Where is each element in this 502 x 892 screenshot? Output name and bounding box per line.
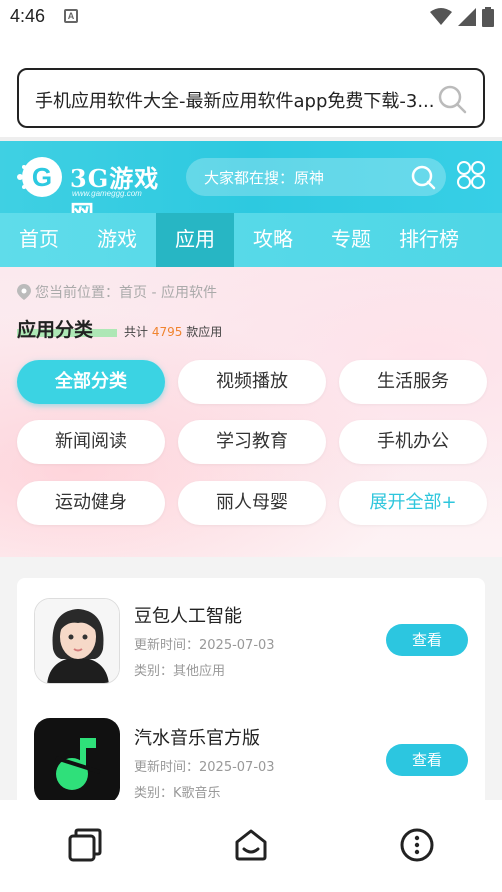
app-update-time: 更新时间：2025-07-03	[134, 638, 275, 653]
app-name[interactable]: 豆包人工智能	[134, 602, 242, 628]
view-button[interactable]: 查看	[386, 624, 468, 656]
chip-expand-all[interactable]: 展开全部+	[339, 481, 487, 525]
app-list-section: 豆包人工智能 更新时间：2025-07-03 类别：其他应用 查看 汽水音乐官方…	[0, 557, 502, 808]
main-nav: 首页 游戏 应用 攻略 专题 排行榜	[0, 213, 502, 267]
count-suffix: 款应用	[186, 325, 223, 339]
chip-all-categories[interactable]: 全部分类	[17, 360, 165, 404]
app-icon-qishui[interactable]	[34, 718, 120, 804]
svg-text:G: G	[32, 162, 52, 192]
chip-education[interactable]: 学习教育	[178, 420, 326, 464]
count-prefix: 共计	[124, 325, 149, 339]
app-update-time: 更新时间：2025-07-03	[134, 760, 275, 775]
category-count: 共计 4795 款应用	[124, 323, 222, 340]
app-name[interactable]: 汽水音乐官方版	[134, 724, 260, 750]
app-category: 类别：K歌音乐	[134, 786, 221, 801]
battery-icon	[482, 7, 494, 27]
avatar-icon	[35, 599, 119, 683]
app-list: 豆包人工智能 更新时间：2025-07-03 类别：其他应用 查看 汽水音乐官方…	[17, 578, 485, 808]
chip-lifestyle[interactable]: 生活服务	[339, 360, 487, 404]
logo-subtext: www.gameggg.com	[72, 189, 142, 198]
site-search-placeholder: 大家都在搜：原神	[204, 169, 325, 187]
address-text[interactable]: 手机应用软件大全-最新应用软件app免费下载-3...	[35, 87, 435, 113]
address-bar[interactable]: 手机应用软件大全-最新应用软件app免费下载-3...	[17, 68, 485, 128]
category-section: 您当前位置：首页 - 应用软件 应用分类 共计 4795 款应用 全部分类 视频…	[0, 267, 502, 557]
more-vertical-icon[interactable]	[400, 828, 434, 862]
count-number: 4795	[151, 325, 183, 339]
list-item[interactable]: 豆包人工智能 更新时间：2025-07-03 类别：其他应用 查看	[17, 578, 485, 684]
nav-item-games[interactable]: 游戏	[78, 213, 156, 267]
chip-video[interactable]: 视频播放	[178, 360, 326, 404]
status-time: 4:46	[10, 6, 46, 26]
breadcrumb-text[interactable]: 您当前位置：首页 - 应用软件	[35, 282, 217, 302]
breadcrumb: 您当前位置：首页 - 应用软件	[17, 282, 217, 302]
chip-news[interactable]: 新闻阅读	[17, 420, 165, 464]
app-icon-doubao[interactable]	[34, 598, 120, 684]
chip-office[interactable]: 手机办公	[339, 420, 487, 464]
wifi-icon	[430, 8, 452, 25]
chip-mother-baby[interactable]: 丽人母婴	[178, 481, 326, 525]
a-box-icon: A	[64, 9, 78, 23]
nav-item-topics[interactable]: 专题	[312, 213, 390, 267]
nav-item-apps[interactable]: 应用	[156, 213, 234, 267]
list-item[interactable]: 汽水音乐官方版 更新时间：2025-07-03 类别：K歌音乐 查看	[17, 700, 485, 804]
site-header: G 3G游戏网 www.gameggg.com 大家都在搜：原神	[0, 141, 502, 228]
nav-item-rankings[interactable]: 排行榜	[390, 213, 468, 267]
view-button[interactable]: 查看	[386, 744, 468, 776]
location-pin-icon	[17, 284, 31, 300]
nav-item-guides[interactable]: 攻略	[234, 213, 312, 267]
status-bar: 4:46 A	[0, 0, 502, 36]
chip-fitness[interactable]: 运动健身	[17, 481, 165, 525]
status-icons	[430, 7, 494, 27]
site-search-box[interactable]: 大家都在搜：原神	[186, 158, 446, 196]
bottom-nav-bar	[0, 800, 502, 892]
home-icon[interactable]	[234, 828, 268, 862]
tabs-icon[interactable]	[68, 828, 102, 862]
site-logo[interactable]: G 3G游戏网 www.gameggg.com	[16, 151, 176, 228]
search-icon[interactable]	[437, 84, 467, 114]
logo-g-icon: G	[17, 157, 62, 197]
grid-menu-icon[interactable]	[456, 160, 486, 190]
nav-item-home[interactable]: 首页	[0, 213, 78, 267]
site-search-icon[interactable]	[410, 164, 436, 190]
app-category: 类别：其他应用	[134, 664, 226, 679]
signal-icon	[458, 8, 476, 26]
music-note-icon	[34, 718, 120, 804]
category-title: 应用分类	[17, 319, 94, 341]
